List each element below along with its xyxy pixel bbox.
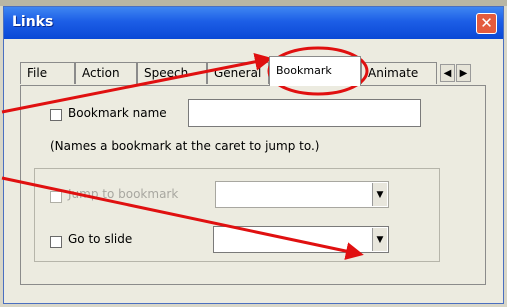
tab-scroll-right-button[interactable]: ▶ (456, 64, 471, 82)
bookmark-description: (Names a bookmark at the caret to jump t… (50, 139, 320, 153)
go-to-slide-checkbox[interactable] (50, 236, 62, 248)
tab-file[interactable]: File (20, 62, 75, 84)
chevron-down-icon: ▼ (376, 189, 384, 200)
tab-bookmark[interactable]: Bookmark (269, 56, 361, 86)
tab-strip: File Action Speech General Bookmark Anim… (20, 56, 488, 86)
bookmark-name-label: Bookmark name (68, 106, 167, 120)
title-bar[interactable]: Links ✕ (4, 7, 503, 39)
bookmark-name-checkbox[interactable] (50, 109, 62, 121)
jump-to-bookmark-dropdown-button[interactable]: ▼ (372, 183, 387, 206)
close-icon: ✕ (480, 14, 493, 32)
jump-to-bookmark-label: Jump to bookmark (68, 187, 179, 201)
bookmark-name-input[interactable] (188, 99, 421, 127)
jump-to-bookmark-select[interactable]: ▼ (215, 181, 389, 208)
tab-animate[interactable]: Animate (361, 62, 437, 84)
close-button[interactable]: ✕ (476, 13, 497, 34)
tab-scroll-left-button[interactable]: ◀ (440, 64, 455, 82)
jump-to-bookmark-checkbox[interactable] (50, 191, 62, 203)
tab-speech[interactable]: Speech (137, 62, 207, 84)
arrow-right-icon: ▶ (459, 67, 468, 79)
tab-general[interactable]: General (207, 62, 269, 84)
chevron-down-icon: ▼ (376, 234, 384, 245)
go-to-slide-dropdown-button[interactable]: ▼ (372, 228, 387, 251)
go-to-slide-select[interactable]: ▼ (213, 226, 389, 253)
window-title: Links (12, 14, 54, 30)
tab-action[interactable]: Action (75, 62, 137, 84)
go-to-slide-label: Go to slide (68, 232, 133, 246)
arrow-left-icon: ◀ (443, 67, 452, 79)
